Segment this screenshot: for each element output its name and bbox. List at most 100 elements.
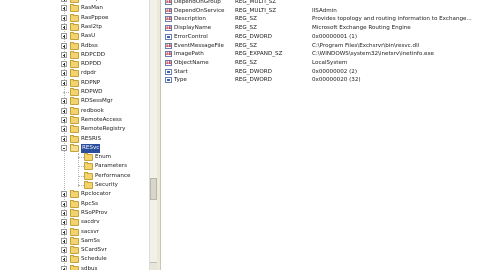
expand-icon[interactable] [61, 14, 67, 21]
registry-value-row[interactable]: ErrorControl REG_DWORD 0x00000001 (1) [161, 33, 480, 41]
expand-icon[interactable] [61, 5, 67, 12]
tree-key-item[interactable]: RemoteAccess [0, 115, 149, 125]
tree-key-item[interactable]: RDSessMgr [0, 97, 149, 106]
expand-icon[interactable] [61, 107, 67, 114]
tree-key-item[interactable]: Rpclocator [0, 190, 149, 199]
expand-icon[interactable] [61, 135, 67, 142]
tree-key-label: RSoPProv [81, 209, 108, 216]
tree-key-item[interactable]: Rasl2tp [0, 22, 149, 32]
tree-key-label: RDPNP [81, 79, 101, 86]
tree-key-item[interactable]: Schedule [0, 255, 149, 264]
expand-icon[interactable] [61, 265, 67, 270]
tree-key-item[interactable]: RasU [0, 32, 149, 41]
tree-subkey-item[interactable]: Parameters [0, 162, 149, 171]
tree-key-item[interactable]: RESvc [0, 143, 149, 153]
tree-key-item[interactable]: rdpdr [0, 69, 149, 78]
tree-subkey-item[interactable]: Performance [0, 171, 149, 181]
registry-value-row[interactable]: Type REG_DWORD 0x00000020 (32) [161, 76, 480, 84]
tree-key-item[interactable]: sdbus [0, 264, 149, 270]
registry-value-row[interactable]: ImagePath REG_EXPAND_SZ C:\WINDOWS\system3… [161, 50, 480, 58]
registry-value-row[interactable]: DependOnGroup REG_MULTI_SZ [161, 0, 480, 6]
tree-key-item[interactable]: redbook [0, 106, 149, 116]
tree-key-item[interactable]: RDPDD [0, 60, 149, 69]
tree-key-item[interactable]: sacsvr [0, 227, 149, 237]
value-type: REG_MULTI_SZ [235, 0, 277, 5]
registry-key-tree[interactable]: RasIspRasManRasPppoeRasl2tpRasURdbssRDPC… [0, 0, 149, 270]
tree-key-label: SCardSvr [81, 247, 107, 254]
string-value-icon [165, 50, 172, 58]
tree-key-label: RemoteAccess [81, 116, 122, 123]
expand-icon[interactable] [61, 23, 67, 30]
registry-value-row[interactable]: DisplayName REG_SZ Microsoft Exchange Rout… [161, 24, 480, 32]
expand-icon[interactable] [61, 42, 67, 49]
tree-key-item[interactable]: RDPNP [0, 78, 149, 88]
registry-value-row[interactable]: Start REG_DWORD 0x00000002 (2) [161, 68, 480, 76]
tree-key-label: RESRIS [81, 135, 102, 142]
value-type: REG_DWORD [235, 68, 272, 75]
registry-editor-window: RasIspRasManRasPppoeRasl2tpRasURdbssRDPC… [0, 0, 480, 270]
value-type: REG_SZ [235, 16, 257, 23]
folder-icon [84, 171, 93, 180]
expand-icon[interactable] [61, 98, 67, 105]
tree-key-item[interactable]: SCardSvr [0, 246, 149, 255]
expand-icon[interactable] [61, 219, 67, 226]
registry-values-list[interactable]: DependOnGroupREG_MULTI_SZDependOnService… [161, 0, 480, 270]
value-name: ImagePath [174, 51, 204, 58]
expand-icon[interactable] [61, 61, 67, 68]
expand-icon[interactable] [61, 51, 67, 58]
tree-subkey-label: Enum [95, 154, 112, 161]
expand-icon[interactable] [61, 0, 67, 2]
registry-value-row[interactable]: Description REG_SZ Provides topology and r… [161, 15, 480, 23]
value-data: 0x00000002 (2) [312, 68, 358, 75]
expand-icon[interactable] [61, 70, 67, 77]
scroll-down-arrow-icon[interactable] [150, 262, 157, 270]
value-name: Start [174, 68, 188, 75]
folder-icon [70, 115, 79, 124]
value-type: REG_EXPAND_SZ [235, 51, 283, 58]
tree-key-label: rdpdr [81, 70, 97, 77]
expand-icon[interactable] [61, 237, 67, 244]
expand-icon[interactable] [61, 256, 67, 263]
expand-icon[interactable] [61, 191, 67, 198]
value-type: REG_DWORD [235, 33, 272, 40]
tree-key-item[interactable]: RpcSs [0, 199, 149, 209]
tree-subkey-item[interactable]: Security [0, 181, 149, 190]
expand-icon[interactable] [61, 116, 67, 123]
tree-key-item[interactable]: SamSs [0, 236, 149, 246]
registry-value-row[interactable]: ObjectName REG_SZ LocalSystem [161, 59, 480, 67]
string-value-icon [165, 42, 172, 50]
tree-key-label: RESvc [81, 143, 101, 153]
tree-key-item[interactable]: Rdbss [0, 41, 149, 51]
scrollbar-thumb[interactable] [150, 178, 157, 200]
expand-icon[interactable] [61, 209, 67, 216]
folder-icon [70, 60, 79, 69]
value-data: IISAdmin [312, 7, 337, 14]
expand-icon[interactable] [61, 126, 67, 133]
tree-key-label: RDPWD [81, 89, 103, 95]
tree-key-item[interactable]: RESRIS [0, 134, 149, 144]
tree-key-item[interactable]: RasPppoe [0, 13, 149, 23]
expand-icon[interactable] [61, 200, 67, 207]
tree-key-item[interactable]: RemoteRegistry [0, 125, 149, 134]
registry-value-row[interactable]: DependOnService REG_MULTI_SZ IISAdmin [161, 7, 480, 15]
tree-key-item[interactable]: sacdrv [0, 218, 149, 227]
tree-subkey-item[interactable]: Enum [0, 153, 149, 162]
folder-icon [84, 153, 93, 162]
binary-value-icon [165, 33, 172, 40]
expand-icon[interactable] [61, 33, 67, 40]
expand-icon[interactable] [61, 247, 67, 254]
string-value-icon [165, 24, 172, 32]
expand-icon[interactable] [61, 228, 67, 235]
registry-value-row[interactable]: EventMessageFile REG_SZ C:\Program Files\E… [161, 42, 480, 50]
value-name: DependOnService [174, 7, 225, 14]
string-value-icon [165, 15, 172, 23]
tree-vertical-scrollbar[interactable] [149, 0, 157, 270]
tree-key-item[interactable]: RasMan [0, 4, 149, 13]
expand-icon[interactable] [61, 79, 67, 86]
collapse-icon[interactable] [61, 144, 67, 151]
string-value-icon [165, 7, 172, 15]
tree-key-item[interactable]: RSoPProv [0, 208, 149, 218]
tree-key-item[interactable]: RDPCDD [0, 50, 149, 60]
value-type: REG_DWORD [235, 77, 272, 84]
tree-key-item[interactable]: RDPWD [0, 88, 149, 97]
